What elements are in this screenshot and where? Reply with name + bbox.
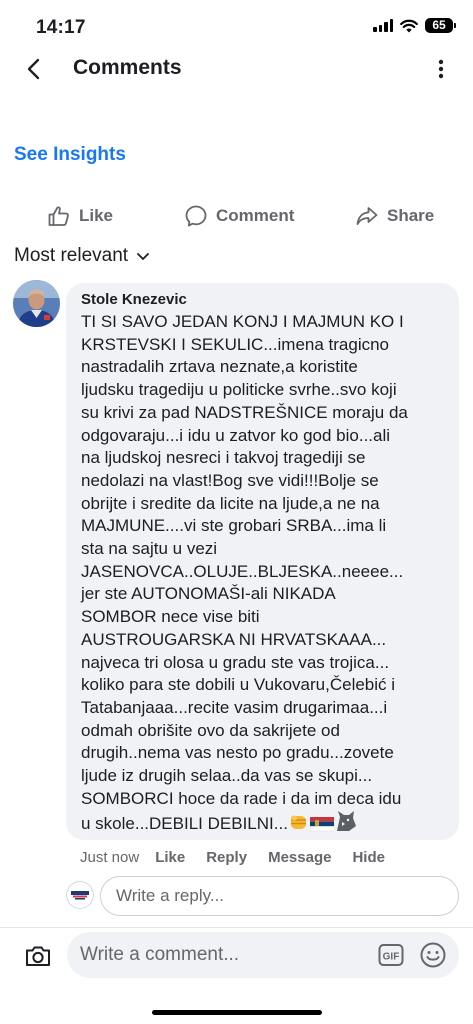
status-icons: 65 bbox=[373, 18, 456, 33]
camera-icon[interactable] bbox=[24, 943, 52, 969]
comment-hide-button[interactable]: Hide bbox=[352, 849, 385, 866]
back-chevron-icon[interactable] bbox=[24, 56, 44, 82]
comment-placeholder: Write a comment... bbox=[80, 944, 240, 965]
more-options-icon[interactable] bbox=[437, 58, 445, 80]
share-action-button[interactable]: Share bbox=[355, 204, 434, 228]
see-insights-link[interactable]: See Insights bbox=[14, 144, 126, 166]
comment-bubble-icon bbox=[185, 205, 207, 227]
battery-indicator: 65 bbox=[425, 18, 456, 33]
sort-dropdown[interactable]: Most relevant bbox=[14, 245, 150, 267]
comment-input[interactable]: Write a comment... GIF bbox=[67, 932, 459, 978]
thumbs-up-icon bbox=[48, 206, 69, 226]
comment-body: TI SI SAVO JEDAN KONJ I MAJMUN KO I KRST… bbox=[81, 311, 447, 839]
gif-label: GIF bbox=[383, 952, 400, 963]
comment-bubble: Stole Knezevic TI SI SAVO JEDAN KONJ I M… bbox=[66, 283, 459, 840]
status-bar: 14:17 65 bbox=[0, 0, 473, 52]
header: Comments bbox=[0, 52, 473, 86]
chevron-down-icon bbox=[137, 253, 149, 260]
like-action-button[interactable]: Like bbox=[47, 204, 113, 228]
status-time: 14:17 bbox=[36, 17, 86, 38]
comment-text: TI SI SAVO JEDAN KONJ I MAJMUN KO I KRST… bbox=[81, 312, 408, 834]
post-actions-bar: Like Comment Share bbox=[0, 200, 473, 234]
signal-icon bbox=[373, 19, 393, 32]
comment-message-button[interactable]: Message bbox=[268, 849, 331, 866]
gif-icon[interactable]: GIF bbox=[378, 943, 404, 967]
comment-reply-button[interactable]: Reply bbox=[206, 849, 247, 866]
comment-meta-row: Just now Like Reply Message Hide bbox=[80, 849, 406, 866]
comments-screen: 14:17 65 Comments See Insights Like Comm… bbox=[0, 0, 473, 1024]
comment-author[interactable]: Stole Knezevic bbox=[81, 291, 447, 308]
wifi-icon bbox=[400, 19, 418, 32]
home-indicator bbox=[152, 1010, 322, 1015]
comment-like-button[interactable]: Like bbox=[155, 849, 185, 866]
commenter-avatar[interactable] bbox=[13, 280, 60, 327]
comment-timestamp: Just now bbox=[80, 849, 140, 866]
page-title: Comments bbox=[73, 56, 182, 79]
commenter-photo-icon bbox=[13, 280, 60, 327]
wolf-emoji bbox=[334, 810, 358, 839]
page-avatar bbox=[66, 881, 94, 909]
comment-action-button[interactable]: Comment bbox=[184, 204, 294, 228]
share-label: Share bbox=[387, 206, 435, 225]
comment-label: Comment bbox=[216, 206, 295, 225]
divider bbox=[0, 927, 473, 928]
reply-input[interactable]: Write a reply... bbox=[100, 876, 459, 916]
like-label: Like bbox=[79, 206, 114, 225]
fist-emoji bbox=[288, 812, 310, 839]
sort-label: Most relevant bbox=[14, 245, 129, 266]
share-arrow-icon bbox=[356, 207, 378, 225]
serbian-flag-emoji bbox=[309, 816, 335, 839]
emoji-smiley-icon[interactable] bbox=[420, 942, 446, 968]
page-logo-icon bbox=[66, 881, 94, 909]
